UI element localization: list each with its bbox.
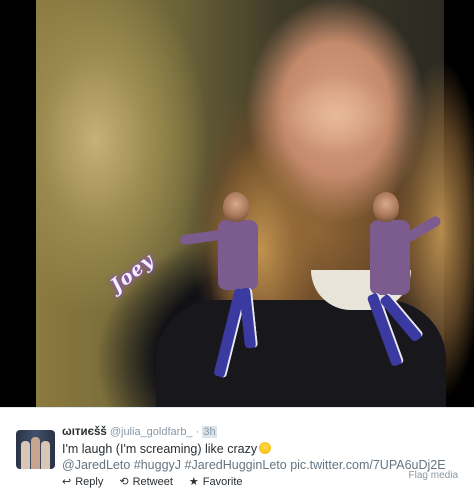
tweet-text: I'm laugh (I'm screaming) like crazy @Ja… <box>62 441 467 473</box>
avatar[interactable] <box>16 430 55 469</box>
retweet-icon: ⟲ <box>119 476 129 488</box>
separator: · <box>195 426 200 438</box>
hashtag-link[interactable]: #JaredHugginLeto <box>185 458 287 472</box>
cutout-figure <box>365 190 450 375</box>
star-icon: ★ <box>188 476 199 488</box>
display-name[interactable]: ωιтиєšš <box>62 426 107 438</box>
laughing-emoji-icon <box>259 442 272 454</box>
tweet-timestamp[interactable]: 3h <box>202 426 217 438</box>
favorite-label: Favorite <box>202 475 243 488</box>
hashtag-link[interactable]: #huggyJ <box>134 458 181 472</box>
favorite-button[interactable]: ★ Favorite <box>188 475 243 489</box>
reply-label: Reply <box>75 475 104 488</box>
reply-button[interactable]: ↩ Reply <box>62 475 104 489</box>
reply-icon: ↩ <box>62 476 72 488</box>
mention-link[interactable]: @JaredLeto <box>62 458 130 472</box>
tweet-actions: ↩ Reply ⟲ Retweet ★ Favorite <box>62 475 243 489</box>
tweet-card: ωιтиєšš @julia_goldfarb_ · 3h I'm laugh … <box>0 407 474 495</box>
user-handle[interactable]: @julia_goldfarb_ <box>110 426 193 438</box>
tweet-text-line: I'm laugh (I'm screaming) like crazy <box>62 442 258 456</box>
tweet-header: ωιтиєšš @julia_goldfarb_ · 3h <box>62 426 217 438</box>
retweet-button[interactable]: ⟲ Retweet <box>119 475 173 489</box>
flag-media-link[interactable]: Flag media <box>409 470 458 481</box>
retweet-label: Retweet <box>132 475 173 488</box>
cutout-figure <box>179 190 280 405</box>
tweet-media-photo[interactable]: Joey <box>0 0 474 407</box>
